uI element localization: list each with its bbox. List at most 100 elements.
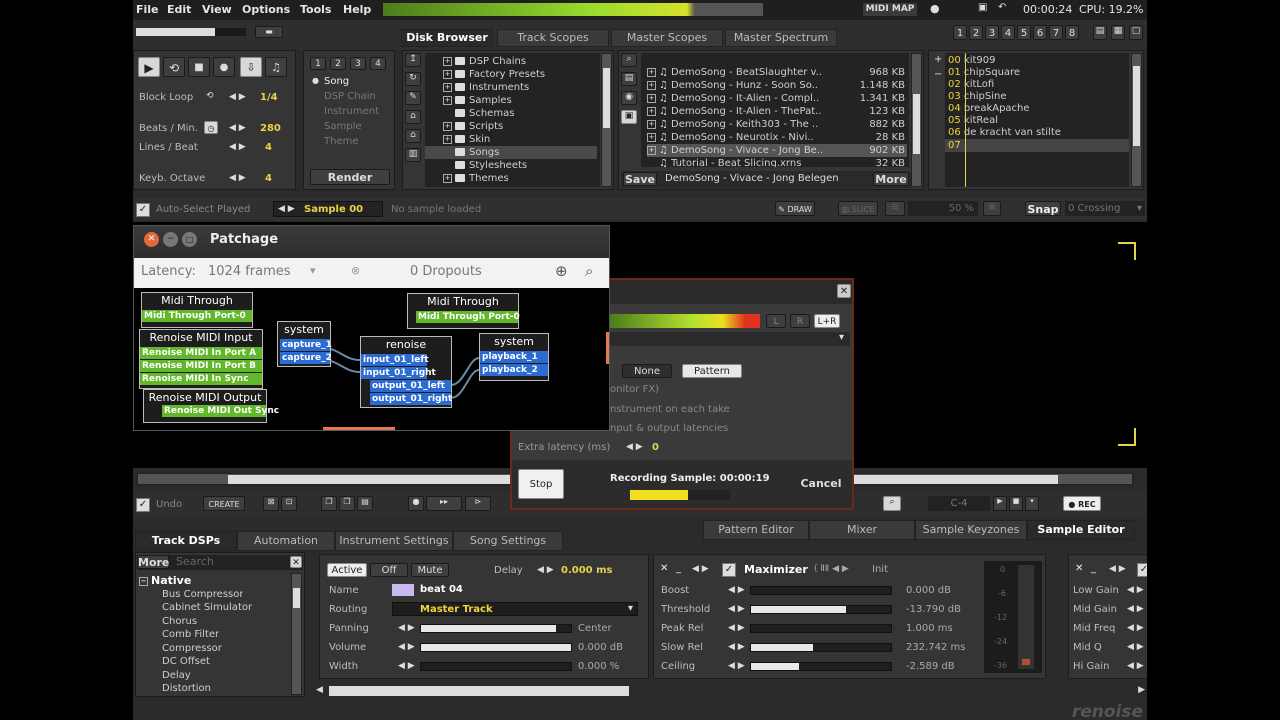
threshold-slider[interactable] bbox=[750, 605, 892, 614]
snap-mode-select[interactable]: 0 Crossing ▾ bbox=[1065, 201, 1145, 216]
rec-button[interactable]: ● REC bbox=[1063, 496, 1101, 511]
param-stepper[interactable]: ◀ ▶ bbox=[728, 642, 745, 652]
dsp-scrollbar[interactable] bbox=[291, 573, 302, 695]
tab-track-dsps[interactable]: Track DSPs bbox=[135, 531, 237, 551]
preview-icon[interactable]: ◉ bbox=[621, 91, 637, 105]
dsp-item[interactable]: Comb Filter bbox=[162, 628, 219, 641]
preset-tab-3[interactable]: 3 bbox=[350, 57, 366, 70]
mute-button[interactable]: Mute bbox=[411, 563, 449, 577]
tab-pattern-editor[interactable]: Pattern Editor bbox=[703, 520, 809, 540]
audio-port[interactable]: playback_2 bbox=[480, 364, 548, 376]
audio-port[interactable]: playback_1 bbox=[480, 351, 548, 363]
track-button-7[interactable]: 7 bbox=[1049, 25, 1063, 40]
extra-latency-value[interactable]: 0 bbox=[652, 442, 659, 453]
dsp-group-native[interactable]: − Native bbox=[139, 574, 191, 587]
sync-none-button[interactable]: None bbox=[622, 364, 672, 378]
panning-stepper[interactable]: ◀ ▶ bbox=[398, 623, 415, 633]
bpm-value[interactable]: 280 bbox=[260, 123, 281, 134]
ceiling-slider[interactable] bbox=[750, 662, 892, 671]
stop-recording-button[interactable]: Stop bbox=[518, 469, 564, 499]
loop-sample-icon[interactable]: ▸▸ bbox=[426, 496, 462, 511]
refresh-icon[interactable]: ↻ bbox=[405, 72, 421, 86]
device-move-stepper[interactable]: ◀ ▶ bbox=[692, 564, 709, 574]
eq-stepper[interactable]: ◀ ▶ bbox=[1127, 604, 1144, 614]
close-icon[interactable]: ✕ bbox=[144, 232, 159, 247]
midi-port[interactable]: Renoise MIDI In Port B bbox=[140, 360, 262, 372]
folder-item[interactable]: + Scripts bbox=[443, 120, 503, 133]
instrument-row-selected[interactable]: 07 bbox=[945, 139, 1129, 152]
metronome-button[interactable]: ♫ bbox=[265, 57, 287, 77]
peak-rel-slider[interactable] bbox=[750, 624, 892, 633]
renoise-audio-node[interactable]: renoise input_01_left input_01_right out… bbox=[360, 336, 452, 408]
device-enabled-checkbox[interactable]: ✓ bbox=[1137, 563, 1147, 577]
block-loop-icon[interactable]: ⟲ bbox=[206, 91, 214, 101]
tab-sample-editor[interactable]: Sample Editor bbox=[1027, 520, 1135, 540]
search-icon[interactable]: ⌕ bbox=[621, 53, 637, 67]
render-item-instrument[interactable]: Instrument bbox=[324, 106, 379, 117]
preset-tab-4[interactable]: 4 bbox=[370, 57, 386, 70]
panning-slider[interactable] bbox=[420, 624, 572, 633]
draw-button[interactable]: ✎ DRAW bbox=[775, 201, 815, 216]
system-capture-node[interactable]: system capture_1 capture_2 bbox=[277, 321, 332, 367]
boost-slider[interactable] bbox=[750, 586, 892, 595]
folder-item[interactable]: +Stylesheets bbox=[443, 159, 527, 172]
audio-port[interactable]: capture_1 bbox=[280, 339, 332, 351]
scroll-right-icon[interactable]: ▶ bbox=[1138, 685, 1145, 695]
render-item-sample[interactable]: Sample bbox=[324, 121, 362, 132]
dsp-item[interactable]: DC Offset bbox=[162, 655, 210, 668]
eq-stepper[interactable]: ◀ ▶ bbox=[1127, 642, 1144, 652]
renoise-midi-output-node[interactable]: Renoise MIDI Output Renoise MIDI Out Syn… bbox=[143, 389, 279, 423]
track-button-3[interactable]: 3 bbox=[985, 25, 999, 40]
drive-icon[interactable]: ⌂ bbox=[405, 110, 421, 124]
file-scrollbar[interactable] bbox=[911, 53, 922, 187]
clear-dropouts-icon[interactable]: ⊗ bbox=[351, 264, 360, 277]
edit-icon[interactable]: ✎ bbox=[405, 91, 421, 105]
track-button-4[interactable]: 4 bbox=[1001, 25, 1015, 40]
param-stepper[interactable]: ◀ ▶ bbox=[728, 623, 745, 633]
param-stepper[interactable]: ◀ ▶ bbox=[728, 585, 745, 595]
input-device-select[interactable]: ▾ bbox=[610, 332, 850, 346]
tab-master-spectrum[interactable]: Master Spectrum bbox=[725, 29, 837, 47]
track-color-swatch[interactable] bbox=[392, 584, 414, 596]
more-button[interactable]: More bbox=[873, 172, 909, 186]
bpm-stepper[interactable]: ◀ ▶ bbox=[229, 123, 246, 133]
tool-icon[interactable]: ⊡ bbox=[281, 496, 297, 511]
minimize-icon[interactable]: _ bbox=[676, 563, 681, 574]
block-loop-value[interactable]: 1/4 bbox=[260, 92, 278, 103]
lpb-value[interactable]: 4 bbox=[265, 142, 272, 153]
file-row[interactable]: + ♫ DemoSong - BeatSlaughter v.. 968 KB bbox=[647, 66, 907, 79]
eq-stepper[interactable]: ◀ ▶ bbox=[1127, 623, 1144, 633]
fullscreen-icon[interactable]: ▢ bbox=[1129, 25, 1143, 40]
list-icon[interactable]: ▤ bbox=[621, 72, 637, 86]
dropdown-icon[interactable]: ▾ bbox=[1025, 496, 1039, 511]
paste-icon[interactable]: ❐ bbox=[339, 496, 355, 511]
folder-item[interactable]: + Skin bbox=[443, 133, 490, 146]
preset-icons[interactable]: ( ⅡⅡ ◀ ▶ bbox=[814, 564, 849, 574]
sync-pattern-button[interactable]: Pattern bbox=[682, 364, 742, 378]
horizontal-scroll-indicator[interactable] bbox=[323, 427, 395, 430]
active-button[interactable]: Active bbox=[327, 563, 367, 577]
search-icon[interactable]: ⌕ bbox=[883, 496, 901, 511]
copy-icon[interactable]: ❐ bbox=[321, 496, 337, 511]
track-button-6[interactable]: 6 bbox=[1033, 25, 1047, 40]
undo-checkbox[interactable]: ✓ bbox=[136, 498, 150, 512]
file-row[interactable]: + ♫ DemoSong - Keith303 - The .. 882 KB bbox=[647, 118, 907, 131]
panic-button[interactable]: ▬ bbox=[255, 26, 283, 38]
render-item-theme[interactable]: Theme bbox=[324, 136, 359, 147]
midi-through-node-2[interactable]: Midi Through Midi Through Port-0 bbox=[407, 293, 520, 329]
dsp-search-input[interactable]: Search bbox=[173, 555, 289, 569]
volume-stepper[interactable]: ◀ ▶ bbox=[398, 642, 415, 652]
close-icon[interactable]: ✕ bbox=[1075, 563, 1083, 574]
preset-tab-1[interactable]: 1 bbox=[310, 57, 326, 70]
eq-stepper[interactable]: ◀ ▶ bbox=[1127, 585, 1144, 595]
midi-map-button[interactable]: MIDI MAP bbox=[863, 3, 917, 16]
channel-right-button[interactable]: R bbox=[790, 314, 810, 328]
zoom-out-icon[interactable]: ⊟ bbox=[885, 201, 905, 216]
tab-automation[interactable]: Automation bbox=[237, 531, 335, 551]
system-playback-node[interactable]: system playback_1 playback_2 bbox=[479, 333, 549, 381]
track-button-2[interactable]: 2 bbox=[969, 25, 983, 40]
tab-master-scopes[interactable]: Master Scopes bbox=[611, 29, 723, 47]
maximize-icon[interactable]: □ bbox=[182, 232, 197, 247]
audio-port[interactable]: output_01_right bbox=[370, 393, 452, 405]
file-row-selected[interactable]: + ♫ DemoSong - Vivace - Jong Be.. 902 KB bbox=[647, 144, 907, 157]
